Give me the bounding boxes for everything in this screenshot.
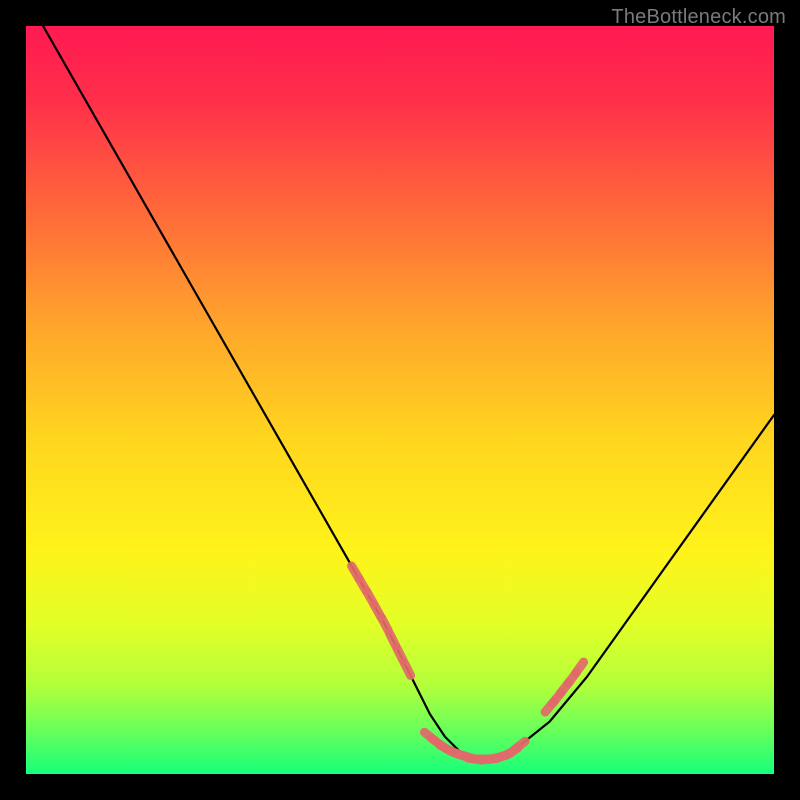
watermark: TheBottleneck.com bbox=[611, 6, 786, 29]
chart-svg bbox=[26, 26, 774, 774]
highlight-marker bbox=[389, 633, 395, 646]
highlight-marker bbox=[382, 618, 389, 630]
chart bbox=[26, 26, 774, 774]
highlight-marker bbox=[397, 648, 403, 661]
highlight-marker bbox=[404, 663, 410, 676]
